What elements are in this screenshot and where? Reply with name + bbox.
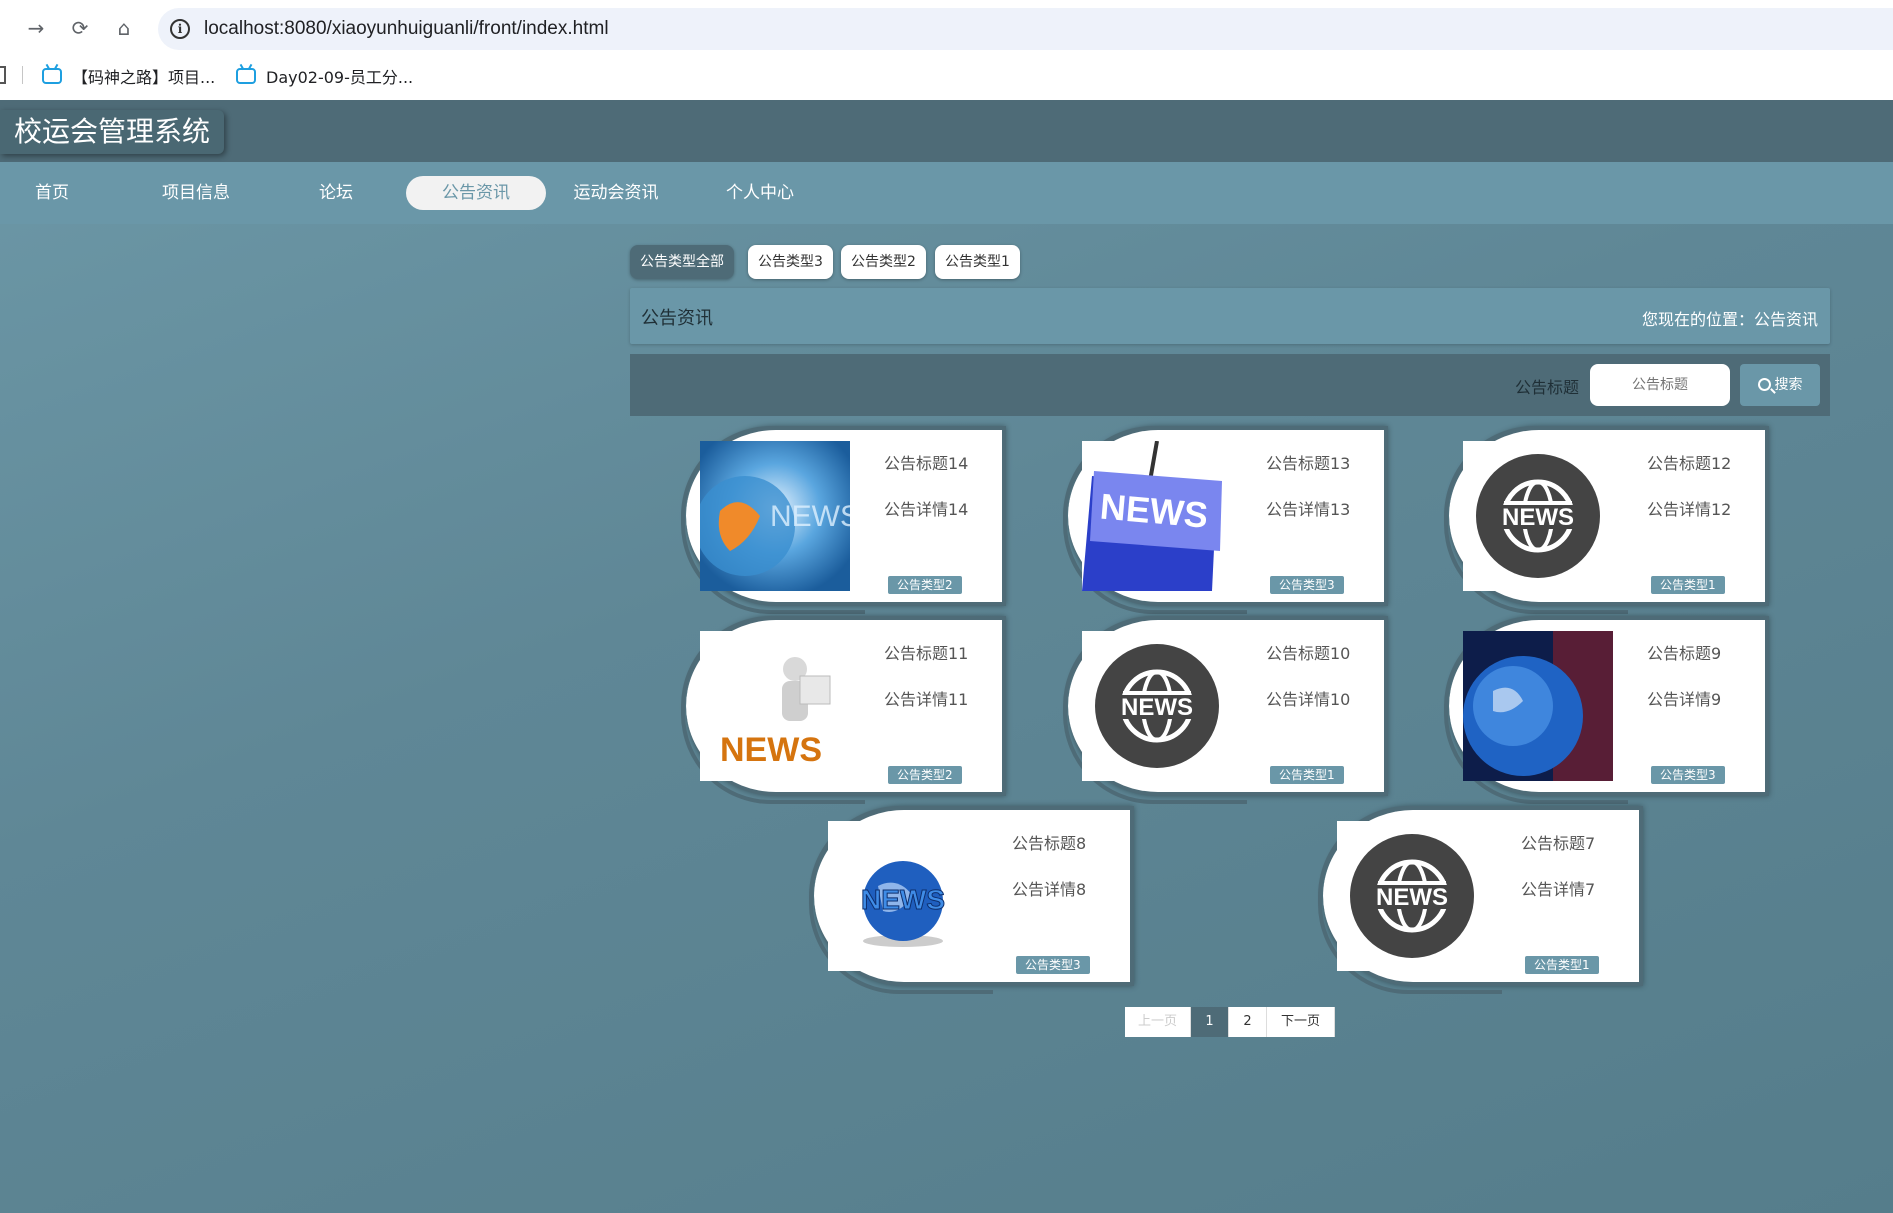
card-title: 公告标题7 [1521, 834, 1596, 853]
search-input[interactable] [1590, 364, 1730, 406]
card-title: 公告标题12 [1647, 454, 1732, 473]
card-detail: 公告详情13 [1266, 500, 1351, 519]
card-title: 公告标题11 [884, 644, 969, 663]
notice-card[interactable]: NEWS 公告标题13 公告详情13 公告类型3 [1063, 426, 1388, 614]
news-round-icon: NEWS [1463, 441, 1613, 591]
card-detail: 公告详情14 [884, 500, 969, 519]
filter-type-2[interactable]: 公告类型2 [841, 245, 926, 279]
card-type-badge: 公告类型2 [888, 576, 962, 594]
menu-item-sports-news[interactable]: 运动会资讯 [546, 176, 686, 210]
svg-text:NEWS: NEWS [720, 731, 822, 769]
bookmark-item[interactable]: Day02-09-员工分... [236, 64, 413, 88]
next-page-button[interactable]: 下一页 [1267, 1007, 1335, 1037]
bookmark-separator [22, 66, 23, 84]
notice-card[interactable]: NEWS 公告标题14 公告详情14 公告类型2 [681, 426, 1006, 614]
svg-text:NEWS: NEWS [861, 884, 945, 915]
search-label: 公告标题 [1515, 378, 1580, 397]
bookmark-label: Day02-09-员工分... [266, 68, 414, 87]
card-title: 公告标题9 [1647, 644, 1722, 663]
svg-text:NEWS: NEWS [1121, 694, 1193, 721]
news-round-icon: NEWS [1337, 821, 1487, 971]
card-type-badge: 公告类型1 [1270, 766, 1344, 784]
card-title: 公告标题14 [884, 454, 969, 473]
search-button[interactable]: 搜索 [1740, 364, 1820, 406]
card-detail: 公告详情11 [884, 690, 969, 709]
search-bar: 公告标题 搜索 [630, 354, 1830, 416]
news-reader-image: NEWS [700, 631, 850, 781]
svg-text:NEWS: NEWS [770, 500, 850, 533]
menu-item-notices[interactable]: 公告资讯 [406, 176, 546, 210]
bookmark-label: 【码神之路】项目... [72, 68, 216, 87]
breadcrumb: 您现在的位置：公告资讯 [1641, 310, 1818, 329]
card-detail: 公告详情9 [1647, 690, 1722, 709]
home-icon[interactable]: ⌂ [110, 14, 138, 42]
site-info-icon[interactable]: i [170, 19, 190, 39]
bookmark-item[interactable]: 【码神之路】项目... [42, 64, 215, 88]
prev-page-button[interactable]: 上一页 [1125, 1007, 1191, 1037]
bilibili-icon [236, 68, 256, 84]
news-globe-3d-image: NEWS [828, 821, 978, 971]
news-globe-blue-image [1463, 631, 1613, 781]
search-icon [1757, 378, 1771, 391]
main-menu: 首页 项目信息 论坛 公告资讯 运动会资讯 个人中心 [0, 162, 1893, 224]
notice-card[interactable]: 公告标题9 公告详情9 公告类型3 [1444, 616, 1769, 804]
svg-text:NEWS: NEWS [1502, 504, 1574, 531]
card-type-badge: 公告类型1 [1651, 576, 1725, 594]
apps-icon[interactable] [0, 66, 6, 84]
card-title: 公告标题8 [1012, 834, 1087, 853]
filter-type-1[interactable]: 公告类型1 [935, 245, 1020, 279]
notice-card[interactable]: NEWS 公告标题10 公告详情10 公告类型1 [1063, 616, 1388, 804]
section-title: 公告资讯 [641, 308, 713, 329]
news-key-image: NEWS [1082, 441, 1232, 591]
card-detail: 公告详情10 [1266, 690, 1351, 709]
section-bar: 公告资讯 您现在的位置：公告资讯 [630, 288, 1830, 344]
card-title: 公告标题13 [1266, 454, 1351, 473]
card-type-badge: 公告类型3 [1651, 766, 1725, 784]
page-button-2[interactable]: 2 [1229, 1007, 1267, 1037]
card-type-badge: 公告类型1 [1525, 956, 1599, 974]
card-detail: 公告详情8 [1012, 880, 1087, 899]
card-detail: 公告详情7 [1521, 880, 1596, 899]
notice-card[interactable]: NEWS 公告标题7 公告详情7 公告类型1 [1318, 806, 1643, 994]
forward-icon[interactable]: → [22, 14, 50, 42]
site-header: 校运会管理系统 [0, 100, 1893, 162]
page-button-1[interactable]: 1 [1191, 1007, 1229, 1037]
site-title: 校运会管理系统 [0, 110, 225, 154]
address-url[interactable]: localhost:8080/xiaoyunhuiguanli/front/in… [204, 18, 609, 40]
search-button-label: 搜索 [1774, 377, 1803, 393]
reload-icon[interactable]: ⟳ [66, 14, 94, 42]
menu-item-home[interactable]: 首页 [0, 176, 122, 210]
filter-all[interactable]: 公告类型全部 [630, 245, 734, 279]
news-round-icon: NEWS [1082, 631, 1232, 781]
news-globe-image: NEWS [700, 441, 850, 591]
notice-card[interactable]: NEWS 公告标题11 公告详情11 公告类型2 [681, 616, 1006, 804]
card-detail: 公告详情12 [1647, 500, 1732, 519]
pagination: 上一页 1 2 下一页 [1125, 1007, 1335, 1037]
card-type-badge: 公告类型2 [888, 766, 962, 784]
browser-chrome: → ⟳ ⌂ i localhost:8080/xiaoyunhuiguanli/… [0, 0, 1893, 100]
menu-item-forum[interactable]: 论坛 [266, 176, 406, 210]
svg-text:NEWS: NEWS [1376, 884, 1448, 911]
card-title: 公告标题10 [1266, 644, 1351, 663]
card-type-badge: 公告类型3 [1016, 956, 1090, 974]
notice-card[interactable]: NEWS 公告标题8 公告详情8 公告类型3 [809, 806, 1134, 994]
menu-item-profile[interactable]: 个人中心 [690, 176, 830, 210]
address-bar[interactable]: i localhost:8080/xiaoyunhuiguanli/front/… [158, 8, 1893, 50]
notice-card[interactable]: NEWS 公告标题12 公告详情12 公告类型1 [1444, 426, 1769, 614]
bilibili-icon [42, 68, 62, 84]
card-type-badge: 公告类型3 [1270, 576, 1344, 594]
filter-type-3[interactable]: 公告类型3 [748, 245, 833, 279]
menu-item-projects[interactable]: 项目信息 [126, 176, 266, 210]
